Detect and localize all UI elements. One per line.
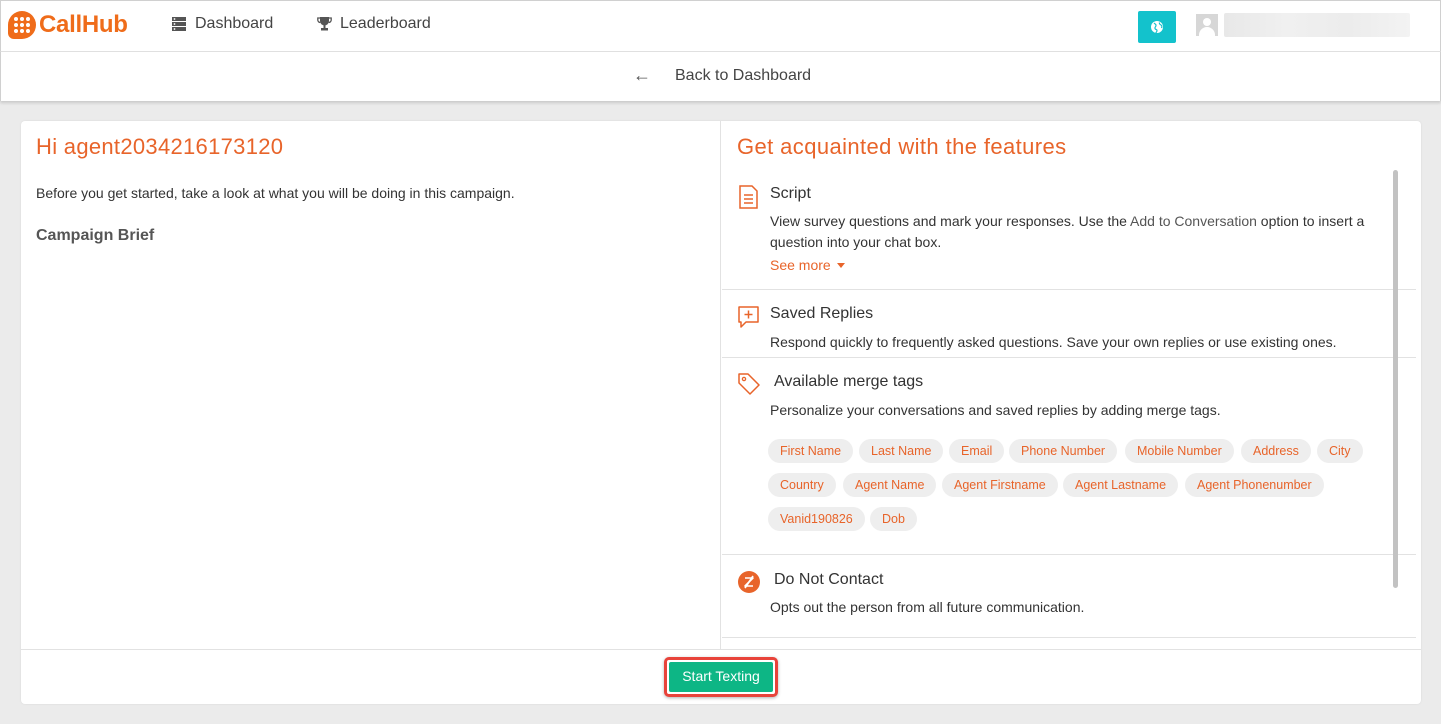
merge-tag[interactable]: Address bbox=[1241, 439, 1311, 463]
merge-tag[interactable]: Agent Name bbox=[843, 473, 937, 497]
back-to-dashboard-link[interactable]: ← Back to Dashboard bbox=[633, 65, 811, 86]
callhub-logo[interactable]: CallHub bbox=[8, 11, 128, 39]
merge-tag[interactable]: Dob bbox=[870, 507, 917, 531]
feature-merge-tags-desc: Personalize your conversations and saved… bbox=[770, 402, 1221, 418]
tag-icon bbox=[738, 373, 760, 395]
feature-do-not-contact-desc: Opts out the person from all future comm… bbox=[770, 599, 1085, 615]
nav-dashboard[interactable]: Dashboard bbox=[171, 15, 273, 33]
feature-saved-replies: Saved Replies Respond quickly to frequen… bbox=[722, 290, 1416, 358]
campaign-brief-panel: Hi agent2034216173120 Before you get sta… bbox=[21, 121, 721, 649]
document-icon bbox=[739, 185, 758, 209]
language-button[interactable] bbox=[1138, 11, 1176, 43]
merge-tag[interactable]: Email bbox=[949, 439, 1005, 463]
greeting-heading: Hi agent2034216173120 bbox=[36, 134, 284, 159]
features-scrollbar[interactable] bbox=[1393, 170, 1398, 588]
feature-script: Script View survey questions and mark yo… bbox=[722, 179, 1416, 290]
intro-text: Before you get started, take a look at w… bbox=[36, 185, 515, 201]
features-heading: Get acquainted with the features bbox=[737, 134, 1067, 159]
add-message-icon bbox=[738, 306, 759, 328]
server-icon bbox=[172, 17, 186, 31]
do-not-contact-icon bbox=[738, 571, 760, 593]
sub-navbar: ← Back to Dashboard bbox=[0, 52, 1441, 101]
user-avatar[interactable] bbox=[1196, 14, 1218, 36]
nav-leaderboard-label: Leaderboard bbox=[340, 15, 431, 32]
feature-saved-replies-title: Saved Replies bbox=[770, 305, 874, 322]
campaign-intro-card: Hi agent2034216173120 Before you get sta… bbox=[21, 121, 1421, 704]
feature-merge-tags-title: Available merge tags bbox=[774, 373, 924, 390]
features-panel[interactable]: Get acquainted with the features Script … bbox=[722, 121, 1421, 649]
caret-down-icon bbox=[836, 262, 845, 268]
merge-tag[interactable]: Agent Phonenumber bbox=[1185, 473, 1324, 497]
merge-tag[interactable]: Mobile Number bbox=[1125, 439, 1234, 463]
feature-script-title: Script bbox=[770, 185, 811, 202]
campaign-brief-heading: Campaign Brief bbox=[36, 227, 155, 244]
see-more-toggle[interactable]: See more bbox=[770, 257, 845, 273]
nav-leaderboard[interactable]: Leaderboard bbox=[317, 15, 431, 33]
callhub-logo-icon bbox=[8, 11, 36, 39]
arrow-left-icon: ← bbox=[633, 65, 651, 85]
merge-tag[interactable]: Agent Lastname bbox=[1063, 473, 1179, 497]
merge-tag[interactable]: Last Name bbox=[859, 439, 944, 463]
nav-dashboard-label: Dashboard bbox=[195, 15, 274, 32]
start-texting-label: Start Texting bbox=[669, 662, 773, 692]
feature-do-not-contact-title: Do Not Contact bbox=[774, 571, 884, 588]
top-navbar: CallHub Dashboard Leaderboard bbox=[0, 0, 1441, 52]
feature-do-not-contact: Do Not Contact Opts out the person from … bbox=[722, 555, 1416, 638]
merge-tag[interactable]: City bbox=[1317, 439, 1363, 463]
username-redacted[interactable] bbox=[1224, 13, 1410, 37]
merge-tag[interactable]: First Name bbox=[768, 439, 854, 463]
feature-script-desc: View survey questions and mark your resp… bbox=[770, 213, 1365, 250]
merge-tag[interactable]: Phone Number bbox=[1009, 439, 1118, 463]
feature-saved-replies-desc: Respond quickly to frequently asked ques… bbox=[770, 334, 1337, 350]
globe-icon bbox=[1151, 21, 1163, 34]
merge-tag[interactable]: Country bbox=[768, 473, 836, 497]
start-texting-button[interactable]: Start Texting bbox=[664, 657, 778, 697]
merge-tag[interactable]: Vanid190826 bbox=[768, 507, 865, 531]
card-footer: Start Texting bbox=[21, 649, 1421, 704]
merge-tag[interactable]: Agent Firstname bbox=[942, 473, 1058, 497]
trophy-icon bbox=[317, 17, 332, 31]
back-label: Back to Dashboard bbox=[675, 66, 812, 84]
add-to-conversation-text: Add to Conversation bbox=[1130, 213, 1257, 229]
logo-text: CallHub bbox=[39, 11, 128, 38]
